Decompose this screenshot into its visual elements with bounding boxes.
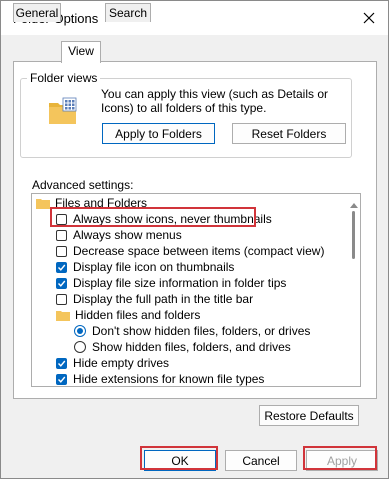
ok-button[interactable]: OK	[144, 450, 216, 471]
list-item-hide-extensions[interactable]: Hide extensions for known file types	[56, 371, 265, 386]
list-item-label: Hide empty drives	[73, 356, 170, 370]
folder-views-description: You can apply this view (such as Details…	[101, 87, 329, 115]
tab-general[interactable]: General	[13, 3, 61, 22]
radio-selected[interactable]	[74, 325, 86, 337]
folder-options-window: Folder Options General View Search Folde…	[0, 0, 389, 479]
list-item-decrease-space[interactable]: Decrease space between items (compact vi…	[56, 243, 324, 259]
checkbox-checked[interactable]	[56, 357, 67, 369]
list-item-display-file-size[interactable]: Display file size information in folder …	[56, 275, 286, 291]
list-item-label: Don't show hidden files, folders, or dri…	[92, 324, 311, 338]
tab-view[interactable]: View	[61, 41, 101, 63]
checkbox[interactable]	[56, 213, 67, 225]
folder-views-group: Folder views You can apply this view (su…	[20, 71, 352, 158]
reset-folders-button[interactable]: Reset Folders	[232, 123, 346, 144]
apply-to-folders-button[interactable]: Apply to Folders	[102, 123, 215, 144]
restore-defaults-button[interactable]: Restore Defaults	[259, 405, 359, 426]
checkbox[interactable]	[56, 229, 67, 241]
list-item-label: Display file size information in folder …	[73, 276, 287, 290]
list-item-label: Hidden files and folders	[75, 308, 201, 322]
folder-icon	[56, 310, 70, 321]
radio[interactable]	[74, 341, 86, 353]
list-item-always-show-menus[interactable]: Always show menus	[56, 227, 182, 243]
checkbox[interactable]	[56, 293, 67, 305]
checkbox-checked[interactable]	[56, 261, 67, 273]
list-item-dont-show-hidden[interactable]: Don't show hidden files, folders, or dri…	[74, 323, 310, 339]
list-item-hidden-files-and-folders: Hidden files and folders	[56, 307, 200, 323]
list-item-hide-empty-drives[interactable]: Hide empty drives	[56, 355, 169, 371]
folder-views-label: Folder views	[27, 71, 101, 85]
list-item-label: Show hidden files, folders, and drives	[92, 340, 291, 354]
list-item-label: Always show icons, never thumbnails	[73, 212, 272, 226]
advanced-settings-label: Advanced settings:	[32, 178, 134, 192]
list-item-label: Hide extensions for known file types	[73, 372, 265, 386]
scroll-up-icon[interactable]	[350, 197, 358, 211]
list-item-label: Display file icon on thumbnails	[73, 260, 235, 274]
checkbox-checked[interactable]	[56, 277, 67, 289]
list-item-label: Always show menus	[73, 228, 182, 242]
list-item-always-show-icons[interactable]: Always show icons, never thumbnails	[56, 211, 272, 227]
advanced-settings-list[interactable]: Files and Folders Always show icons, nev…	[31, 193, 361, 387]
list-item-display-full-path[interactable]: Display the full path in the title bar	[56, 291, 253, 307]
list-item-files-and-folders: Files and Folders	[36, 195, 147, 211]
list-item-label: Files and Folders	[55, 196, 148, 210]
scrollbar-thumb[interactable]	[352, 211, 355, 259]
cancel-button[interactable]: Cancel	[225, 450, 297, 471]
folder-icon	[36, 198, 50, 209]
list-item-show-hidden[interactable]: Show hidden files, folders, and drives	[74, 339, 291, 355]
close-icon[interactable]	[354, 3, 384, 33]
list-item-display-file-icon[interactable]: Display file icon on thumbnails	[56, 259, 234, 275]
list-item-label: Display the full path in the title bar	[73, 292, 254, 306]
checkbox[interactable]	[56, 245, 67, 257]
tab-search[interactable]: Search	[105, 3, 151, 22]
list-item-label: Decrease space between items (compact vi…	[73, 244, 325, 258]
apply-button[interactable]: Apply	[306, 450, 378, 471]
checkbox-checked[interactable]	[56, 373, 67, 385]
scrollbar[interactable]	[348, 194, 360, 386]
folder-view-icon	[48, 97, 78, 128]
